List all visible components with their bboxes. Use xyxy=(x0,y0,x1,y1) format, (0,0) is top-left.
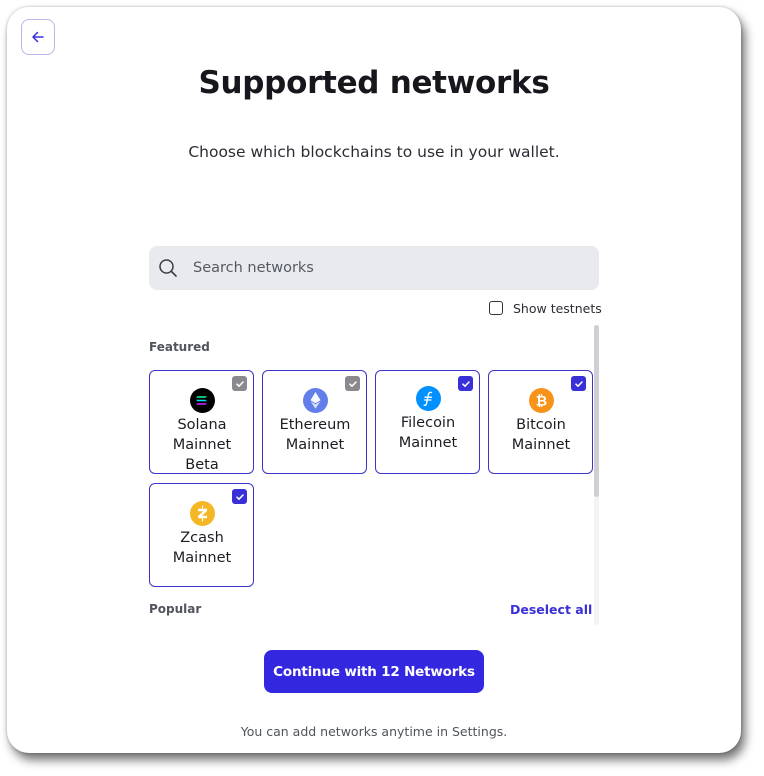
network-name: Ethereum Mainnet xyxy=(279,417,351,453)
list-scrollbar-thumb[interactable] xyxy=(594,325,599,497)
continue-button[interactable]: Continue with 12 Networks xyxy=(264,650,484,693)
network-card-bitcoin[interactable]: ₿ Bitcoin Mainnet xyxy=(488,370,593,474)
network-name: Solana Mainnet Beta xyxy=(172,417,232,473)
network-selection-card: Supported networks Choose which blockcha… xyxy=(7,7,741,753)
search-icon xyxy=(159,259,177,277)
checked-checkbox[interactable] xyxy=(232,489,247,504)
search-box[interactable] xyxy=(149,246,599,290)
check-icon xyxy=(461,380,470,387)
featured-heading: Featured xyxy=(149,340,210,354)
testnets-checkbox[interactable] xyxy=(489,301,503,315)
zcash-icon xyxy=(190,501,215,526)
checked-checkbox[interactable] xyxy=(458,376,473,391)
search-input[interactable] xyxy=(193,246,583,290)
filecoin-icon xyxy=(416,386,441,411)
page-title: Supported networks xyxy=(198,65,550,101)
locked-checkbox xyxy=(345,376,360,391)
locked-checkbox xyxy=(232,376,247,391)
bitcoin-icon: ₿ xyxy=(529,388,554,413)
check-icon xyxy=(235,493,244,500)
network-name: Zcash Mainnet xyxy=(172,530,232,566)
network-card-solana[interactable]: Solana Mainnet Beta xyxy=(149,370,254,474)
arrow-left-icon xyxy=(32,31,44,43)
network-name: Filecoin Mainnet xyxy=(398,415,458,451)
check-icon xyxy=(574,380,583,387)
check-icon xyxy=(348,380,357,387)
ethereum-icon xyxy=(303,388,328,413)
testnets-label: Show testnets xyxy=(513,300,602,316)
popular-heading: Popular xyxy=(149,602,202,616)
back-button[interactable] xyxy=(21,19,55,55)
checked-checkbox[interactable] xyxy=(571,376,586,391)
network-card-zcash[interactable]: Zcash Mainnet xyxy=(149,483,254,587)
page-subtitle: Choose which blockchains to use in your … xyxy=(188,143,560,161)
show-testnets-toggle[interactable]: Show testnets xyxy=(489,299,602,317)
network-name: Bitcoin Mainnet xyxy=(511,417,571,453)
solana-icon xyxy=(190,388,215,413)
svg-text:₿: ₿ xyxy=(536,394,547,410)
check-icon xyxy=(235,380,244,387)
network-card-ethereum[interactable]: Ethereum Mainnet xyxy=(262,370,367,474)
settings-note: You can add networks anytime in Settings… xyxy=(240,724,508,739)
deselect-all-link[interactable]: Deselect all xyxy=(510,602,592,617)
network-card-filecoin[interactable]: Filecoin Mainnet xyxy=(375,370,480,474)
